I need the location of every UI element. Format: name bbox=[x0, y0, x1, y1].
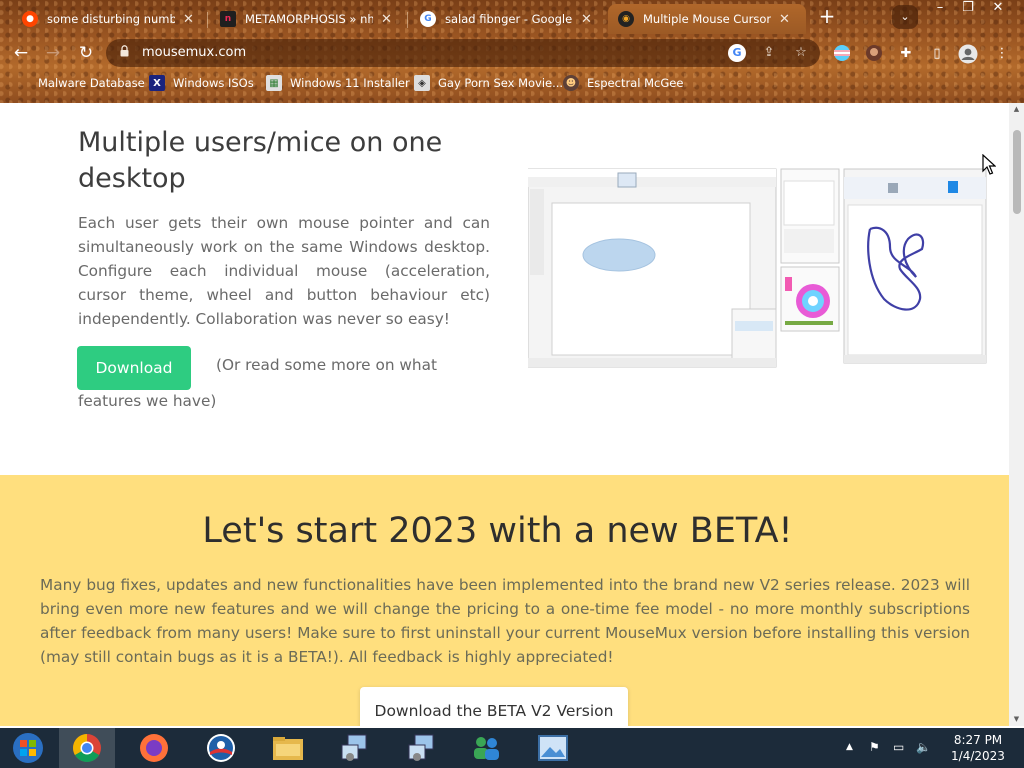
taskbar: ▲ ⚑ ▭ 🔈 8:27 PM 1/4/2023 bbox=[0, 728, 1024, 768]
scroll-up-icon[interactable]: ▲ bbox=[1009, 105, 1024, 113]
start-button[interactable] bbox=[0, 728, 56, 768]
beta-title: Let's start 2023 with a new BETA! bbox=[202, 511, 793, 551]
hero-title: Multiple users/mice on one desktop bbox=[78, 127, 443, 194]
features-link-line2[interactable]: features we have) bbox=[78, 392, 216, 410]
network-setup-icon bbox=[408, 734, 434, 761]
taskbar-firefox[interactable] bbox=[126, 728, 182, 768]
google-icon: G bbox=[420, 11, 436, 27]
movie-site-icon: ◈ bbox=[414, 75, 430, 91]
scrollbar-thumb[interactable] bbox=[1013, 130, 1021, 214]
espectral-icon: ☻ bbox=[563, 75, 579, 91]
address-bar[interactable]: mousemux.com G ⇪ ☆ bbox=[106, 39, 820, 67]
taskbar-obama-app[interactable] bbox=[193, 728, 249, 768]
tab-google-search[interactable]: G salad fibnger - Google Sea ✕ bbox=[410, 4, 608, 34]
beta-section: Let's start 2023 with a new BETA! Many b… bbox=[0, 475, 1009, 726]
firefox-icon bbox=[140, 734, 168, 762]
browser-chrome: ● some disturbing numbers ✕ n METAMORPHO… bbox=[0, 0, 1024, 103]
close-tab-icon[interactable]: ✕ bbox=[581, 12, 592, 27]
toolbar: ← → ↻ mousemux.com G ⇪ ☆ ✚ ▯ ⋮ bbox=[0, 36, 1024, 70]
product-screenshot bbox=[528, 168, 987, 368]
bookmark-item[interactable]: Malware Database bbox=[14, 75, 145, 91]
share-icon[interactable]: ⇪ bbox=[760, 44, 778, 62]
chrome-icon bbox=[73, 734, 101, 762]
forward-icon[interactable]: → bbox=[40, 40, 66, 66]
taskbar-network-setup-1[interactable] bbox=[327, 728, 383, 768]
extension-avatar-icon[interactable] bbox=[864, 44, 884, 64]
reload-icon[interactable]: ↻ bbox=[73, 40, 99, 66]
features-link-line1[interactable]: (Or read some more on what bbox=[216, 356, 437, 374]
tray-overflow-icon[interactable]: ▲ bbox=[846, 742, 853, 752]
tab-title: METAMORPHOSIS » nhe bbox=[245, 12, 373, 26]
users-icon bbox=[474, 737, 499, 760]
url-text: mousemux.com bbox=[142, 45, 247, 60]
taskbar-image-viewer[interactable] bbox=[525, 728, 581, 768]
profile-icon[interactable] bbox=[958, 44, 978, 64]
close-tab-icon[interactable]: ✕ bbox=[183, 12, 194, 27]
bookmark-item[interactable]: ▦ Windows 11 Installer bbox=[266, 75, 410, 91]
windows-start-icon bbox=[13, 733, 43, 763]
tab-metamorphosis[interactable]: n METAMORPHOSIS » nhe ✕ bbox=[210, 4, 408, 34]
image-viewer-icon bbox=[538, 735, 568, 761]
page-scrollbar[interactable]: ▲ ▼ bbox=[1009, 103, 1024, 726]
volume-icon[interactable]: 🔈 bbox=[916, 740, 931, 754]
obama-icon bbox=[207, 734, 235, 762]
bookmark-label: Espectral McGee bbox=[587, 76, 684, 90]
bookmarks-bar: Malware Database X Windows ISOs ▦ Window… bbox=[0, 72, 1024, 97]
bookmark-label: Gay Porn Sex Movie... bbox=[438, 76, 564, 90]
bookmark-label: Windows ISOs bbox=[173, 76, 254, 90]
installer-icon: ▦ bbox=[266, 75, 282, 91]
bookmark-label: Malware Database bbox=[38, 76, 145, 90]
clock-date: 1/4/2023 bbox=[951, 749, 1005, 763]
tab-title: Multiple Mouse Cursors o bbox=[643, 12, 771, 26]
lock-icon bbox=[120, 45, 129, 57]
back-icon[interactable]: ← bbox=[8, 40, 34, 66]
bookmark-label: Windows 11 Installer bbox=[290, 76, 410, 90]
bookmark-item[interactable]: ◈ Gay Porn Sex Movie... bbox=[414, 75, 563, 91]
extensions-puzzle-icon[interactable]: ✚ bbox=[896, 44, 916, 64]
clock-time: 8:27 PM bbox=[953, 733, 1003, 747]
hero-description: Each user gets their own mouse pointer a… bbox=[78, 214, 490, 328]
scroll-down-icon[interactable]: ▼ bbox=[1009, 715, 1024, 723]
system-clock[interactable]: 8:27 PM 1/4/2023 bbox=[938, 732, 1018, 764]
tab-reddit[interactable]: ● some disturbing numbers ✕ bbox=[12, 4, 208, 34]
malware-icon bbox=[14, 75, 30, 91]
file-explorer-icon bbox=[273, 737, 303, 760]
tab-mousemux[interactable]: ◉ Multiple Mouse Cursors o ✕ bbox=[608, 4, 806, 34]
mousemux-icon: ◉ bbox=[618, 11, 634, 27]
minimize-icon[interactable]: – bbox=[926, 0, 954, 18]
taskbar-users[interactable] bbox=[458, 728, 514, 768]
action-center-flag-icon[interactable]: ⚑ bbox=[869, 740, 880, 754]
bookmark-star-icon[interactable]: ☆ bbox=[792, 44, 810, 62]
close-tab-icon[interactable]: ✕ bbox=[381, 12, 392, 27]
bookmark-item[interactable]: ☻ Espectral McGee bbox=[563, 75, 683, 91]
web-page: Multiple users/mice on one desktop Each … bbox=[0, 103, 1009, 726]
windows-iso-icon: X bbox=[149, 75, 165, 91]
tab-search-button[interactable]: ⌄ bbox=[892, 5, 918, 29]
mouse-pointer-icon bbox=[982, 154, 996, 175]
beta-description: Many bug fixes, updates and new function… bbox=[40, 576, 970, 666]
network-setup-icon bbox=[341, 734, 367, 761]
download-button[interactable]: Download bbox=[77, 346, 191, 390]
new-tab-button[interactable]: + bbox=[815, 5, 839, 29]
google-lens-icon[interactable]: G bbox=[728, 44, 746, 62]
reddit-icon: ● bbox=[22, 11, 38, 27]
tab-title: salad fibnger - Google Sea bbox=[445, 12, 573, 26]
nhentai-icon: n bbox=[220, 11, 236, 27]
extension-flag-icon[interactable] bbox=[832, 44, 852, 64]
network-icon[interactable]: ▭ bbox=[893, 740, 904, 754]
menu-kebab-icon[interactable]: ⋮ bbox=[992, 44, 1012, 64]
side-panel-icon[interactable]: ▯ bbox=[927, 44, 947, 64]
taskbar-network-setup-2[interactable] bbox=[394, 728, 450, 768]
tab-title: some disturbing numbers bbox=[47, 12, 175, 26]
close-tab-icon[interactable]: ✕ bbox=[779, 12, 790, 27]
restore-icon[interactable]: ❐ bbox=[954, 0, 982, 18]
taskbar-chrome[interactable] bbox=[59, 728, 115, 768]
taskbar-file-explorer[interactable] bbox=[260, 728, 316, 768]
tab-strip: ● some disturbing numbers ✕ n METAMORPHO… bbox=[0, 0, 1024, 34]
bookmark-item[interactable]: X Windows ISOs bbox=[149, 75, 254, 91]
close-window-icon[interactable]: ✕ bbox=[984, 0, 1012, 18]
download-beta-button[interactable]: Download the BETA V2 Version bbox=[360, 687, 628, 726]
